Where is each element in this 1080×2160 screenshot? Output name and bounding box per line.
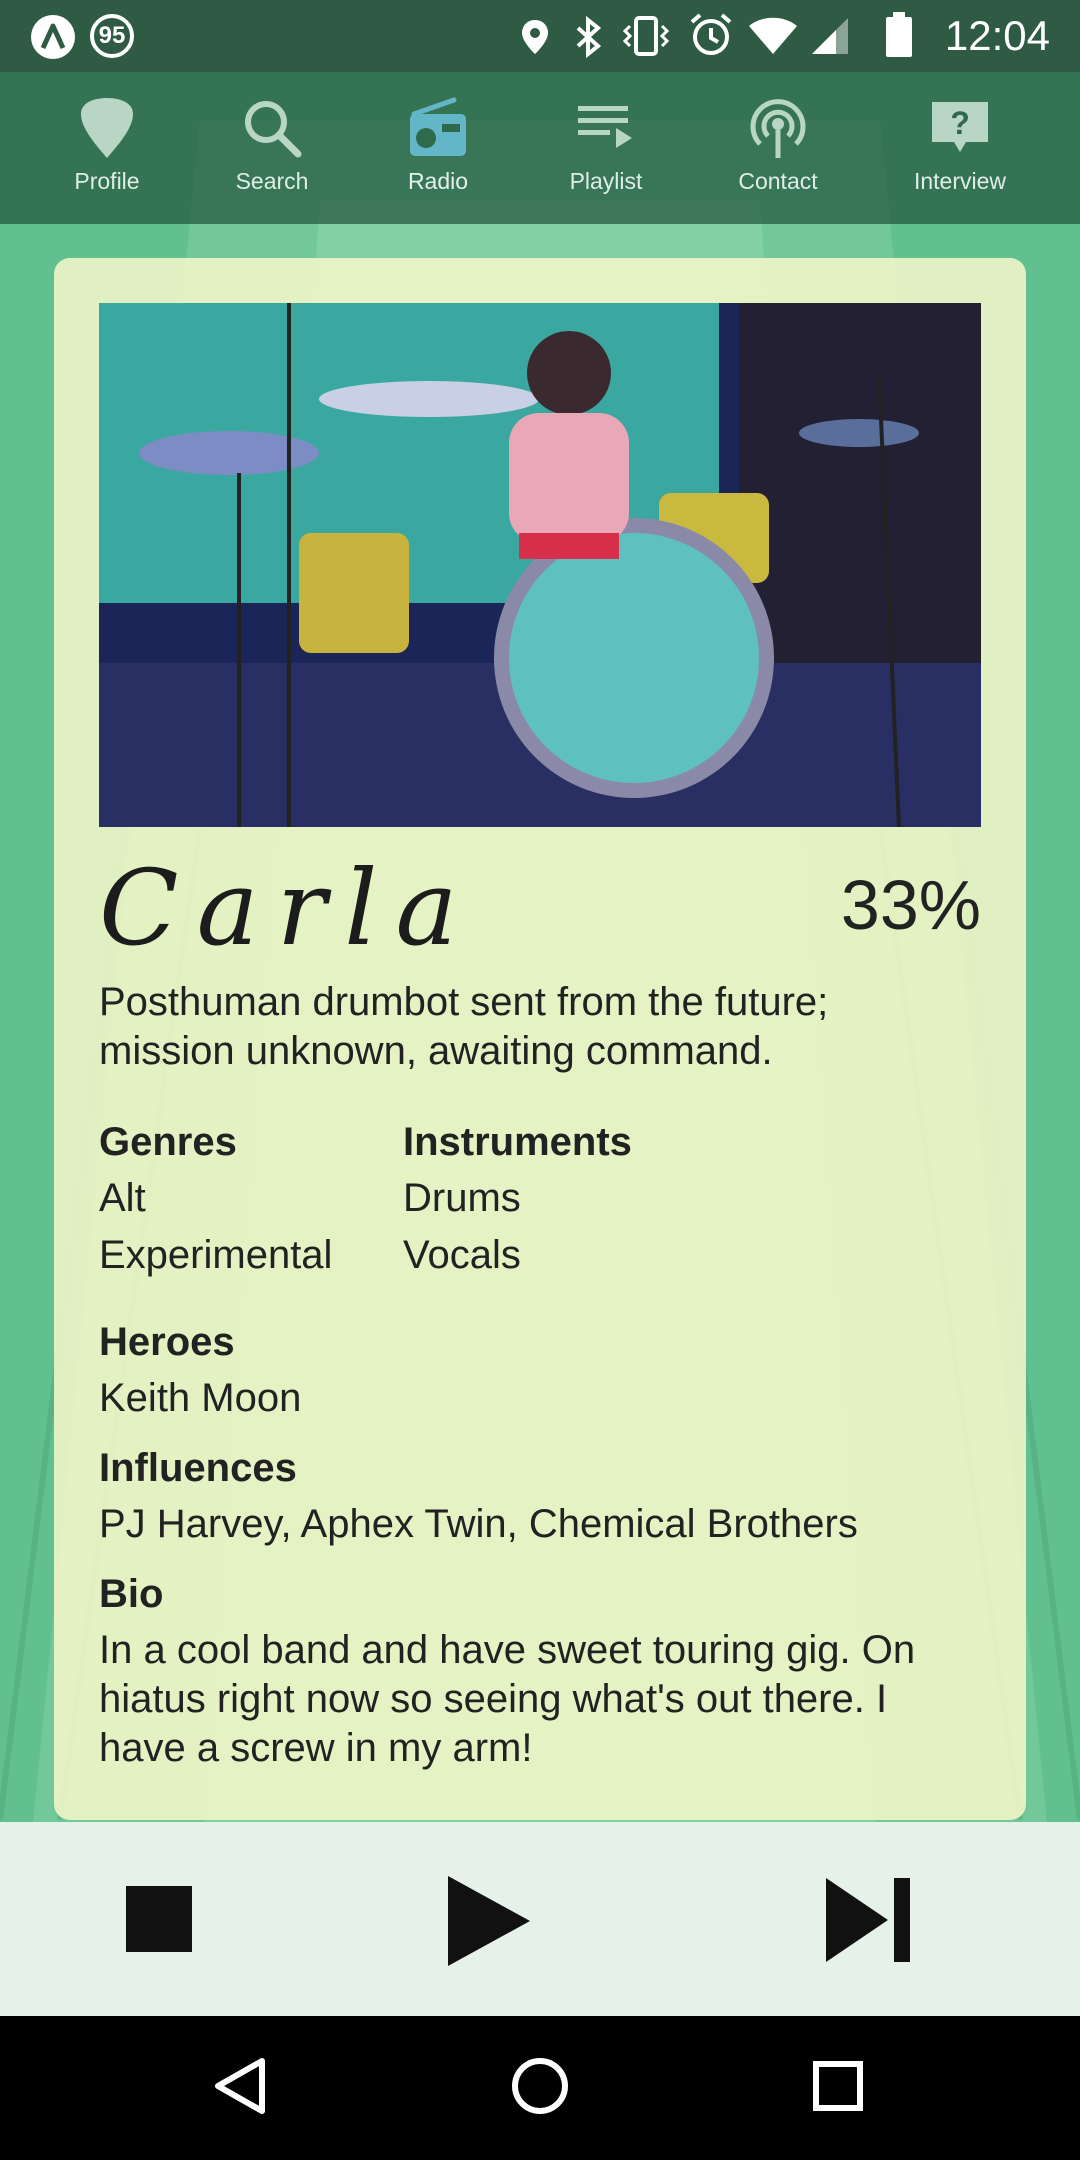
back-icon[interactable] [212,2056,268,2116]
skip-next-icon[interactable] [826,1878,912,1962]
status-time: 12:04 [944,12,1050,59]
bio-text: In a cool band and have sweet touring gi… [99,1628,916,1770]
instruments-heading: Instruments [403,1120,632,1164]
bluetooth-icon [576,16,602,58]
match-percent: 33% [840,866,981,944]
nav-item-search[interactable]: Search [197,72,347,224]
recents-icon[interactable] [812,2060,864,2112]
nav-item-contact[interactable]: Contact [703,72,853,224]
nav-label: Search [235,168,309,194]
profile-photo [99,303,981,827]
nav-label: Profile [74,168,140,194]
genres-heading: Genres [99,1120,237,1164]
top-navigation: Profile Search Radio Playlist Contact ? … [0,72,1080,224]
influences-value: PJ Harvey, Aphex Twin, Chemical Brothers [99,1502,858,1546]
vibrate-icon [622,16,670,56]
profile-card: Carla 33% Posthuman drumbot sent from th… [54,258,1026,1820]
home-icon[interactable] [510,2056,570,2116]
search-icon [245,101,302,158]
nav-label: Playlist [569,168,643,194]
bio-heading: Bio [99,1572,164,1616]
heroes-heading: Heroes [99,1320,235,1364]
playlist-icon [578,106,632,148]
broadcast-icon [750,99,806,158]
nav-label: Radio [407,168,469,194]
signal-icon [812,18,848,54]
profile-tagline: Posthuman drumbot sent from the future; … [99,980,829,1073]
location-icon [522,20,548,54]
player-controls [0,1822,1080,2016]
instrument-item: Vocals [403,1233,521,1277]
influences-heading: Influences [99,1446,297,1490]
question-bubble-icon: ? [932,102,988,152]
play-icon[interactable] [446,1876,532,1966]
notification-count-badge: 95 [90,14,134,58]
radio-icon [410,97,466,156]
alarm-icon [690,13,732,55]
nav-item-radio[interactable]: Radio [363,72,513,224]
system-navigation-bar [0,2016,1080,2160]
stop-icon[interactable] [126,1886,192,1952]
guitar-pick-icon [81,98,133,158]
instrument-item: Drums [403,1176,521,1220]
profile-name: Carla [99,847,476,969]
wifi-icon [749,17,797,54]
heroes-value: Keith Moon [99,1376,302,1420]
app-logo-icon [31,15,75,59]
status-bar: 95 12:04 [0,0,1080,72]
nav-label: Contact [738,168,818,194]
nav-item-interview[interactable]: ? Interview [885,72,1035,224]
nav-label: Interview [913,168,1007,194]
genre-item: Alt [99,1176,146,1220]
battery-icon [886,12,912,57]
nav-item-playlist[interactable]: Playlist [531,72,681,224]
svg-text:?: ? [950,105,970,141]
nav-item-profile[interactable]: Profile [32,72,182,224]
genre-item: Experimental [99,1233,333,1277]
